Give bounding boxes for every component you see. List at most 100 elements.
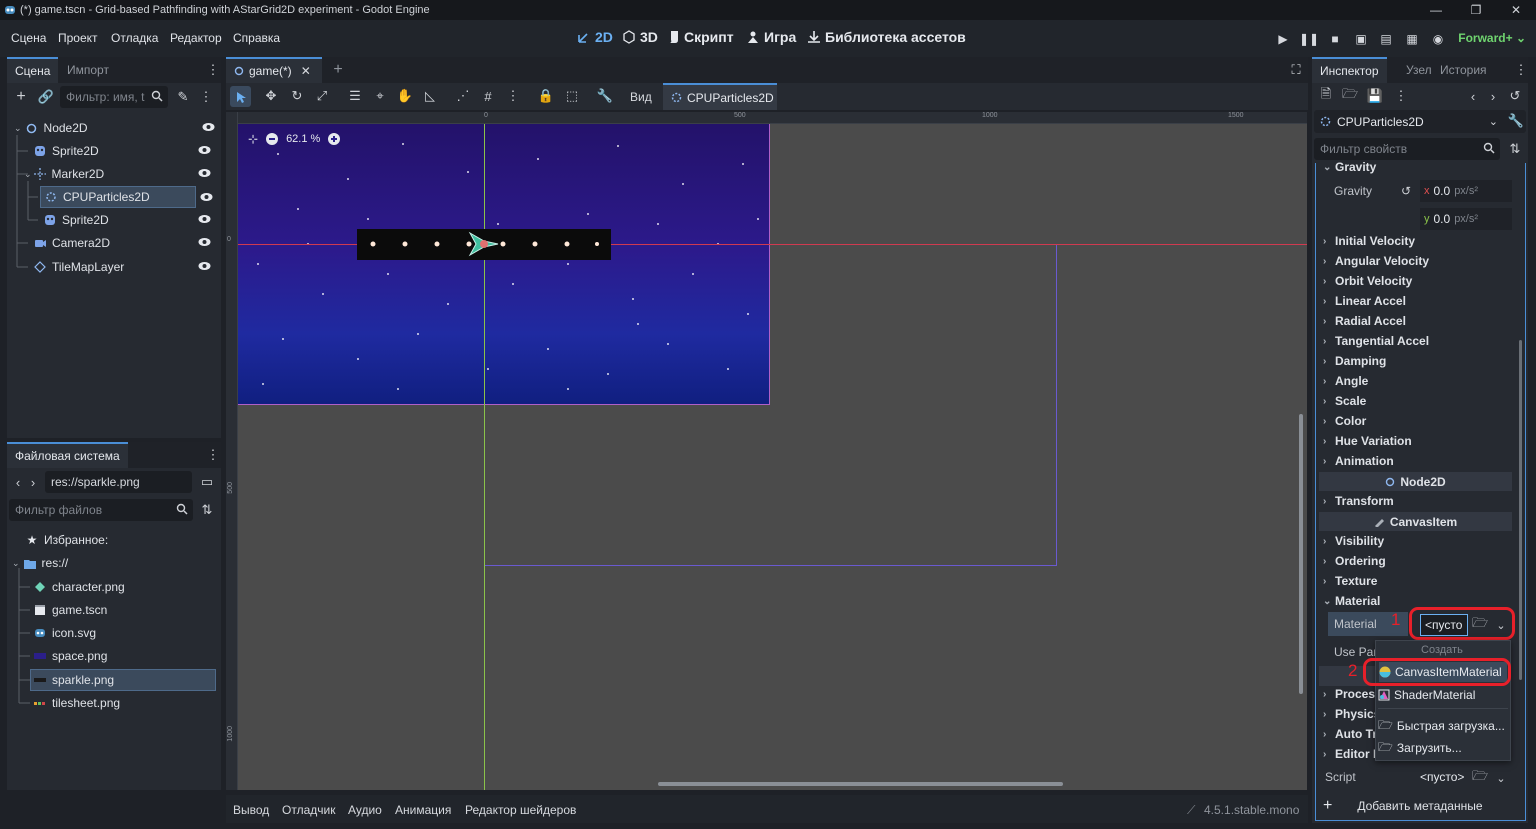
history-back-icon[interactable]: ‹: [1466, 88, 1480, 104]
workspace-2d-button[interactable]: 2D: [577, 29, 613, 45]
section-tangential-accel[interactable]: › Tangential Accel: [1323, 331, 1513, 351]
menu-scene[interactable]: Сцена: [11, 31, 46, 45]
menu-item-quick-load[interactable]: 🗁 Быстрая загрузка...: [1378, 716, 1505, 736]
dock-menu-icon[interactable]: ⋮: [207, 62, 220, 77]
chevron-down-icon[interactable]: ⌄: [1494, 770, 1508, 786]
file-character-png[interactable]: character.png: [34, 576, 216, 598]
zoom-in-icon[interactable]: [328, 133, 341, 145]
path-field[interactable]: res://sparkle.png: [45, 471, 192, 493]
section-ordering[interactable]: › Ordering: [1323, 551, 1513, 571]
section-hue-variation[interactable]: › Hue Variation: [1323, 431, 1513, 451]
section-angular-velocity[interactable]: › Angular Velocity: [1323, 251, 1513, 271]
property-sort-icon[interactable]: ⇅: [1507, 141, 1523, 157]
play-scene-icon[interactable]: ▤: [1377, 30, 1395, 48]
workspace-assetlib-button[interactable]: Библиотека ассетов: [807, 29, 966, 45]
tree-node-tilemaplayer[interactable]: TileMapLayer: [34, 256, 215, 278]
attach-script-icon[interactable]: ✎: [174, 88, 192, 106]
gravity-group-header[interactable]: ⌄ Gravity: [1323, 160, 1513, 174]
tree-node-node2d[interactable]: ⌄ Node2D: [14, 117, 219, 139]
quick-load-icon[interactable]: 🗁: [1472, 768, 1488, 786]
forward-icon[interactable]: ›: [27, 474, 39, 490]
bottom-tab-shader-editor[interactable]: Редактор шейдеров: [465, 803, 576, 817]
visibility-eye-icon[interactable]: [202, 122, 215, 132]
menu-project[interactable]: Проект: [58, 31, 98, 45]
bottom-tab-debugger[interactable]: Отладчик: [282, 803, 335, 817]
visibility-eye-icon[interactable]: [198, 145, 211, 155]
bottom-tab-audio[interactable]: Аудио: [348, 803, 382, 817]
file-game-tscn[interactable]: game.tscn: [34, 599, 216, 621]
bottom-tab-animation[interactable]: Анимация: [395, 803, 451, 817]
workspace-3d-button[interactable]: 3D: [622, 29, 658, 45]
tab-scene[interactable]: Сцена: [7, 57, 59, 83]
tree-node-sprite2d-child[interactable]: Sprite2D: [44, 209, 215, 231]
file-filter-input[interactable]: Фильтр файлов: [9, 499, 193, 521]
menu-item-shadermaterial[interactable]: ShaderMaterial: [1378, 685, 1475, 705]
script-resource-picker[interactable]: <пусто>: [1420, 770, 1464, 784]
view-menu[interactable]: Вид: [630, 90, 652, 104]
save-resource-icon[interactable]: 💾: [1367, 88, 1383, 104]
file-icon-svg[interactable]: icon.svg: [34, 622, 216, 644]
favorites-item[interactable]: ★ Избранное:: [26, 529, 216, 551]
scale-tool-icon[interactable]: ⤢: [313, 87, 331, 105]
bottom-tab-output[interactable]: Вывод: [233, 803, 269, 817]
tools-icon[interactable]: 🔧: [1508, 113, 1524, 129]
section-radial-accel[interactable]: › Radial Accel: [1323, 311, 1513, 331]
object-history-icon[interactable]: ↺: [1507, 88, 1523, 104]
visibility-eye-icon[interactable]: [198, 261, 211, 271]
file-sparkle-png[interactable]: sparkle.png: [30, 669, 216, 691]
property-filter-input[interactable]: Фильтр свойств: [1314, 138, 1500, 160]
add-node-icon[interactable]: +: [12, 88, 30, 106]
section-damping[interactable]: › Damping: [1323, 351, 1513, 371]
section-texture[interactable]: › Texture: [1323, 571, 1513, 591]
snap-options-icon[interactable]: ⋮: [506, 87, 520, 105]
stop-icon[interactable]: ■: [1326, 30, 1344, 48]
play-custom-scene-icon[interactable]: ▦: [1403, 30, 1421, 48]
tree-node-marker2d[interactable]: ⌄ Marker2D: [24, 163, 215, 185]
close-button[interactable]: ✕: [1496, 0, 1536, 20]
minimize-button[interactable]: —: [1416, 0, 1456, 20]
history-forward-icon[interactable]: ›: [1486, 88, 1500, 104]
inspector-scrollbar[interactable]: [1519, 340, 1522, 680]
section-initial-velocity[interactable]: › Initial Velocity: [1323, 231, 1513, 251]
split-mode-icon[interactable]: ▭: [199, 474, 215, 490]
res-folder[interactable]: ⌄ res://: [12, 552, 216, 574]
section-visibility[interactable]: › Visibility: [1323, 531, 1513, 551]
dock-menu-icon[interactable]: ⋮: [207, 447, 220, 462]
tab-inspector[interactable]: Инспектор: [1312, 57, 1387, 83]
tab-import[interactable]: Импорт: [59, 57, 117, 83]
horizontal-scrollbar[interactable]: [658, 782, 1063, 786]
section-scale[interactable]: › Scale: [1323, 391, 1513, 411]
add-metadata-button[interactable]: + Добавить метаданные: [1318, 795, 1518, 817]
menu-editor[interactable]: Редактор: [170, 31, 222, 45]
distraction-free-icon[interactable]: ⛶: [1288, 61, 1304, 79]
dock-menu-icon[interactable]: ⋮: [1515, 62, 1528, 77]
file-tilesheet-png[interactable]: tilesheet.png: [34, 692, 216, 714]
gravity-y-field[interactable]: y 0.0 px/s²: [1420, 208, 1512, 230]
zoom-level[interactable]: 62.1 %: [286, 133, 320, 145]
zoom-reset-icon[interactable]: ⊹: [248, 132, 258, 146]
pause-icon[interactable]: ❚❚: [1299, 30, 1319, 48]
renderer-selector[interactable]: Forward+ ⌄: [1458, 31, 1526, 45]
section-color[interactable]: › Color: [1323, 411, 1513, 431]
tree-node-camera2d[interactable]: Camera2D: [34, 232, 215, 254]
sort-icon[interactable]: ⇅: [199, 502, 215, 518]
select-tool-icon[interactable]: [230, 86, 251, 107]
open-resource-icon[interactable]: 🗁: [1342, 86, 1358, 104]
vertical-scrollbar[interactable]: [1299, 414, 1303, 694]
tab-history[interactable]: История: [1432, 57, 1495, 83]
new-resource-icon[interactable]: 🗎: [1318, 86, 1334, 104]
section-transform[interactable]: › Transform: [1323, 491, 1513, 511]
visibility-eye-icon[interactable]: [198, 214, 211, 224]
section-linear-accel[interactable]: › Linear Accel: [1323, 291, 1513, 311]
rotate-tool-icon[interactable]: ↻: [288, 87, 306, 105]
play-icon[interactable]: ▶: [1274, 30, 1292, 48]
pan-tool-icon[interactable]: ✋: [396, 87, 414, 105]
movie-maker-icon[interactable]: ◉: [1429, 30, 1447, 48]
section-orbit-velocity[interactable]: › Orbit Velocity: [1323, 271, 1513, 291]
scene-filter-input[interactable]: Фильтр: имя, t: [60, 86, 168, 108]
link-icon[interactable]: 🔗: [37, 88, 55, 106]
ruler-tool-icon[interactable]: ◺: [421, 87, 439, 105]
tree-node-sprite2d[interactable]: Sprite2D: [34, 140, 215, 162]
gravity-x-field[interactable]: x 0.0 px/s²: [1420, 180, 1512, 202]
back-icon[interactable]: ‹: [12, 474, 24, 490]
